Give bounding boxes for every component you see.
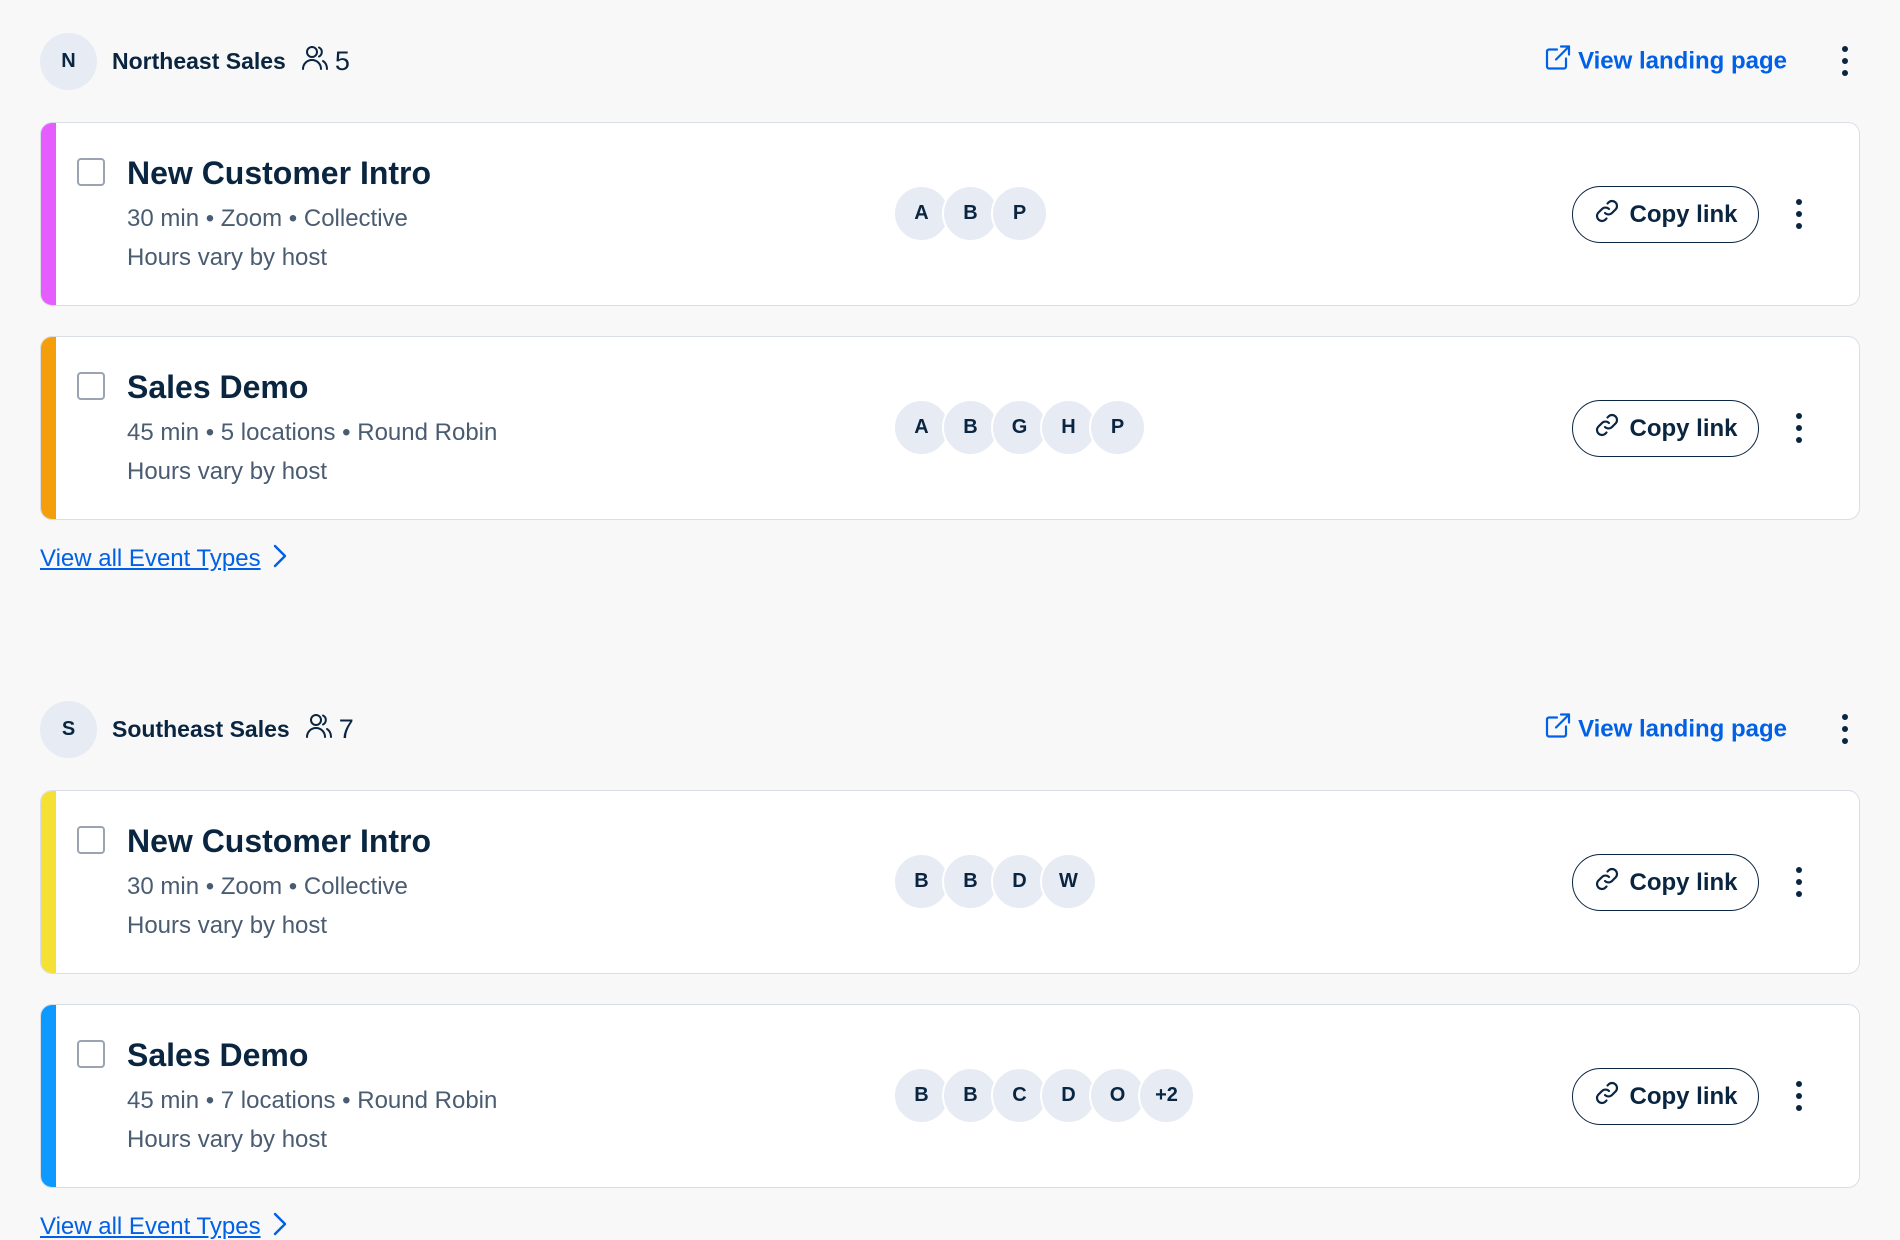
more-options-kebab-icon[interactable] [1830,709,1860,749]
host-avatar: P [1089,399,1146,456]
member-count-value: 5 [334,45,350,76]
people-icon [300,43,335,80]
event-meta: 30 min • Zoom • Collective [127,873,408,900]
kebab-dot [1842,70,1848,76]
member-count: 7 [304,711,354,748]
copy-link-button[interactable]: Copy link [1572,186,1759,243]
kebab-dot [1796,199,1802,205]
more-options-kebab-icon[interactable] [1784,1076,1814,1116]
team-header: N Northeast Sales 5 View landing page [40,0,1860,122]
copy-link-button[interactable]: Copy link [1572,400,1759,457]
team-section: N Northeast Sales 5 View landing page New Cu… [40,0,1860,588]
event-hours: Hours vary by host [127,458,328,485]
view-landing-page-link[interactable]: View landing page [1544,712,1787,747]
kebab-dot [1796,891,1802,897]
team-spacer [40,588,1860,668]
kebab-dot [1796,223,1802,229]
external-link-icon [1544,712,1572,747]
event-color-bar [41,123,56,305]
copy-link-label: Copy link [1629,868,1738,896]
event-title[interactable]: Sales Demo [127,369,308,406]
event-select-checkbox[interactable] [77,826,105,854]
kebab-dot [1796,879,1802,885]
kebab-dot [1796,867,1802,873]
event-select-checkbox[interactable] [77,1040,105,1068]
view-all-event-types-link[interactable]: View all Event Types [40,530,1860,588]
link-icon [1593,411,1621,446]
event-hours: Hours vary by host [127,1126,328,1153]
kebab-dot [1842,738,1848,744]
event-hours: Hours vary by host [127,244,328,271]
kebab-dot [1842,714,1848,720]
link-icon [1593,1079,1621,1114]
kebab-dot [1796,437,1802,443]
host-avatars: BBDW [893,853,1097,910]
event-meta: 30 min • Zoom • Collective [127,205,408,232]
event-title[interactable]: Sales Demo [127,1037,308,1074]
event-select-checkbox[interactable] [77,372,105,400]
link-icon [1593,197,1621,232]
event-type-card: Sales Demo 45 min • 5 locations • Round R… [40,336,1860,520]
team-name: Southeast Sales [112,715,290,742]
more-options-kebab-icon[interactable] [1784,862,1814,902]
team-avatar: S [40,700,97,758]
kebab-dot [1796,1105,1802,1111]
host-avatar: +2 [1138,1067,1195,1124]
external-link-icon [1544,44,1572,79]
view-landing-page-link[interactable]: View landing page [1544,44,1787,79]
team-name: Northeast Sales [112,47,286,74]
kebab-dot [1842,58,1848,64]
kebab-dot [1842,726,1848,732]
teams-container: N Northeast Sales 5 View landing page New Cu… [0,0,1900,1240]
link-icon [1593,865,1621,900]
host-avatar: P [991,185,1048,242]
team-avatar: N [40,32,97,90]
more-options-kebab-icon[interactable] [1784,194,1814,234]
view-landing-page-label: View landing page [1578,47,1787,74]
event-title[interactable]: New Customer Intro [127,823,431,860]
team-section: S Southeast Sales 7 View landing page New Cu… [40,668,1860,1240]
event-title[interactable]: New Customer Intro [127,155,431,192]
member-count-value: 7 [338,713,354,744]
chevron-right-icon [271,1210,289,1240]
copy-link-label: Copy link [1629,200,1738,228]
more-options-kebab-icon[interactable] [1830,41,1860,81]
copy-link-button[interactable]: Copy link [1572,854,1759,911]
people-icon [304,711,339,748]
event-select-checkbox[interactable] [77,158,105,186]
event-type-card: New Customer Intro 30 min • Zoom • Collec… [40,122,1860,306]
view-all-event-types-label: View all Event Types [40,545,261,572]
view-all-event-types-label: View all Event Types [40,1213,261,1240]
kebab-dot [1796,1081,1802,1087]
event-meta: 45 min • 7 locations • Round Robin [127,1087,498,1114]
view-all-event-types-link[interactable]: View all Event Types [40,1198,1860,1240]
host-avatar: W [1040,853,1097,910]
host-avatars: B B C D O +2 [893,1067,1195,1124]
copy-link-label: Copy link [1629,1082,1738,1110]
event-type-card: New Customer Intro 30 min • Zoom • Collec… [40,790,1860,974]
kebab-dot [1796,413,1802,419]
more-options-kebab-icon[interactable] [1784,408,1814,448]
host-avatars: ABGHP [893,399,1146,456]
team-header: S Southeast Sales 7 View landing page [40,668,1860,790]
kebab-dot [1796,211,1802,217]
kebab-dot [1796,425,1802,431]
copy-link-label: Copy link [1629,414,1738,442]
kebab-dot [1796,1093,1802,1099]
view-landing-page-label: View landing page [1578,715,1787,742]
event-meta: 45 min • 5 locations • Round Robin [127,419,498,446]
member-count: 5 [300,43,350,80]
chevron-right-icon [271,542,289,577]
event-type-card: Sales Demo 45 min • 7 locations • Round R… [40,1004,1860,1188]
kebab-dot [1842,46,1848,52]
event-hours: Hours vary by host [127,912,328,939]
event-color-bar [41,1005,56,1187]
host-avatars: ABP [893,185,1048,242]
event-color-bar [41,337,56,519]
copy-link-button[interactable]: Copy link [1572,1068,1759,1125]
event-color-bar [41,791,56,973]
